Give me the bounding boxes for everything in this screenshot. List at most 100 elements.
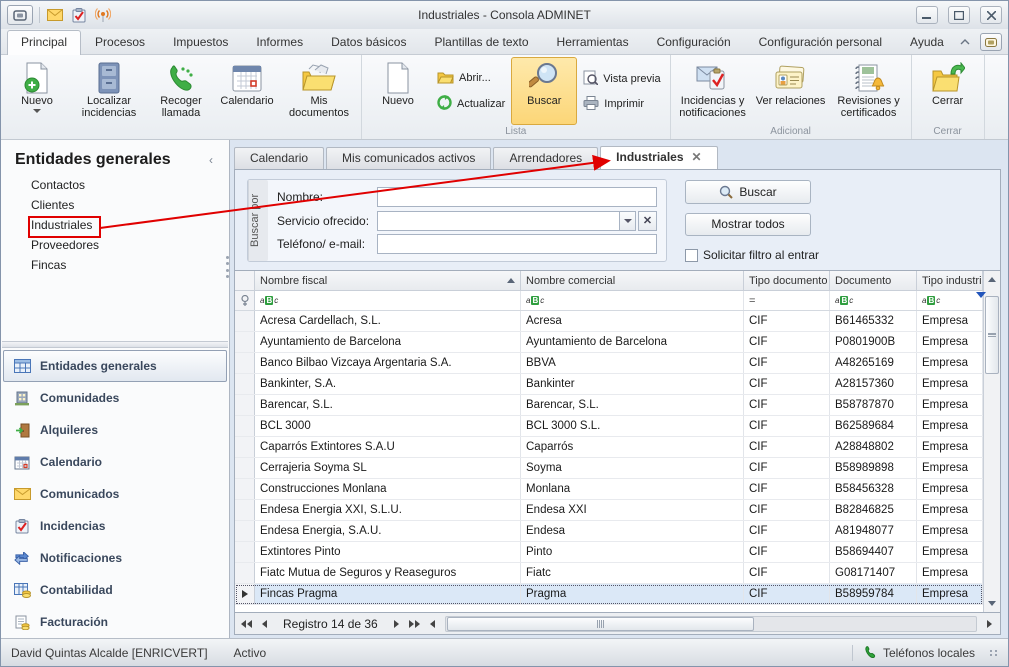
table-row[interactable]: Acresa Cardellach, S.L. Acresa CIF B6146… xyxy=(235,311,983,332)
vista-previa-button[interactable]: Vista previa xyxy=(583,70,660,88)
document-tab[interactable]: Mis comunicados activos xyxy=(326,147,491,169)
solicitar-filtro-checkbox[interactable] xyxy=(685,249,698,262)
resize-grip-icon[interactable] xyxy=(990,650,998,656)
nav-item-notificaciones[interactable]: Notificaciones xyxy=(3,542,227,574)
filter-cell[interactable]: aBc xyxy=(917,291,983,310)
nav-item-entidades-generales[interactable]: Entidades generales xyxy=(3,350,227,382)
table-row[interactable]: Fincas Pragma Pragma CIF B58959784 Empre… xyxy=(235,584,983,605)
next-record-button[interactable] xyxy=(388,615,406,633)
calendario-button[interactable]: Calendario xyxy=(214,57,280,125)
nav-item-comunidades[interactable]: Comunidades xyxy=(3,382,227,414)
ribbon-tab[interactable]: Ayuda xyxy=(896,30,958,54)
nuevo-button[interactable]: Nuevo xyxy=(4,57,70,125)
ribbon-tab[interactable]: Procesos xyxy=(81,30,159,54)
sidebar-item[interactable]: Fincas xyxy=(31,255,229,275)
localizar-incidencias-button[interactable]: Localizar incidencias xyxy=(70,57,148,125)
nav-item-incidencias[interactable]: Incidencias xyxy=(3,510,227,542)
hscroll-right-icon[interactable] xyxy=(980,615,998,633)
table-row[interactable]: Fiatc Mutua de Seguros y Reaseguros Fiat… xyxy=(235,563,983,584)
table-row[interactable]: Banco Bilbao Vizcaya Argentaria S.A. BBV… xyxy=(235,353,983,374)
column-header-nombre-fiscal[interactable]: Nombre fiscal xyxy=(255,271,521,291)
vertical-scroll-track[interactable] xyxy=(984,288,1000,595)
incident-clipboard-icon[interactable] xyxy=(70,6,88,24)
horizontal-scroll-thumb[interactable] xyxy=(447,617,755,631)
imprimir-button[interactable]: Imprimir xyxy=(583,96,660,113)
buscar-button[interactable]: Buscar xyxy=(511,57,577,125)
mis-documentos-button[interactable]: Mis documentos xyxy=(280,57,358,125)
actualizar-button[interactable]: Actualizar xyxy=(437,95,505,113)
table-row[interactable]: Construcciones Monlana Monlana CIF B5845… xyxy=(235,479,983,500)
table-row[interactable]: Barencar, S.L. Barencar, S.L. CIF B58787… xyxy=(235,395,983,416)
cerrar-button[interactable]: Cerrar xyxy=(915,57,981,125)
nav-item-comunicados[interactable]: Comunicados xyxy=(3,478,227,510)
nav-item-alquileres[interactable]: Alquileres xyxy=(3,414,227,446)
restore-button[interactable] xyxy=(948,6,970,24)
mail-icon[interactable] xyxy=(46,6,64,24)
sidebar-splitter[interactable] xyxy=(2,341,228,348)
table-row[interactable]: Bankinter, S.A. Bankinter CIF A28157360 … xyxy=(235,374,983,395)
table-row[interactable]: BCL 3000 BCL 3000 S.L. CIF B62589684 Emp… xyxy=(235,416,983,437)
app-menu-icon[interactable] xyxy=(7,5,33,25)
lista-nuevo-button[interactable]: Nuevo xyxy=(365,57,431,125)
recoger-llamada-button[interactable]: Recoger llamada xyxy=(148,57,214,125)
column-header-tipo-industrial[interactable]: Tipo industrial xyxy=(917,271,983,291)
filter-pin-icon[interactable] xyxy=(235,291,255,310)
filter-cell[interactable]: aBc xyxy=(255,291,521,310)
ribbon-tab[interactable]: Configuración personal xyxy=(745,30,896,54)
status-phones-label[interactable]: Teléfonos locales xyxy=(883,646,975,660)
sidebar-item[interactable]: Proveedores xyxy=(31,235,229,255)
column-header-documento[interactable]: Documento xyxy=(830,271,917,291)
nav-item-calendario[interactable]: Calendario xyxy=(3,446,227,478)
ribbon-tab[interactable]: Plantillas de texto xyxy=(420,30,542,54)
ribbon-tab[interactable]: Configuración xyxy=(643,30,745,54)
incidencias-notificaciones-button[interactable]: Incidencias y notificaciones xyxy=(674,57,752,125)
vertical-scroll-thumb[interactable] xyxy=(985,296,999,374)
combo-clear-icon[interactable]: ✕ xyxy=(638,211,657,231)
filter-cell[interactable]: aBc xyxy=(521,291,744,310)
column-header-nombre-comercial[interactable]: Nombre comercial xyxy=(521,271,744,291)
table-row[interactable]: Endesa Energia XXI, S.L.U. Endesa XXI CI… xyxy=(235,500,983,521)
revisiones-certificados-button[interactable]: Revisiones y certificados xyxy=(830,57,908,125)
ribbon-tab[interactable]: Impuestos xyxy=(159,30,242,54)
mostrar-todos-button[interactable]: Mostrar todos xyxy=(685,213,811,237)
last-record-button[interactable] xyxy=(406,615,424,633)
scroll-up-icon[interactable] xyxy=(984,271,1000,288)
document-tab[interactable]: Industriales ✕ xyxy=(600,146,717,169)
first-record-button[interactable] xyxy=(237,615,255,633)
ver-relaciones-button[interactable]: Ver relaciones xyxy=(752,57,830,125)
telefono-input[interactable] xyxy=(377,234,657,254)
filter-cell[interactable]: = xyxy=(744,291,830,310)
sidebar-item[interactable]: Contactos xyxy=(31,175,229,195)
table-row[interactable]: Ayuntamiento de Barcelona Ayuntamiento d… xyxy=(235,332,983,353)
table-row[interactable]: Caparrós Extintores S.A.U Caparrós CIF A… xyxy=(235,437,983,458)
broadcast-icon[interactable] xyxy=(94,6,112,24)
close-button[interactable] xyxy=(980,6,1002,24)
sidebar-item[interactable]: Industriales xyxy=(31,215,229,235)
tab-close-icon[interactable]: ✕ xyxy=(692,150,702,164)
ribbon-tab[interactable]: Principal xyxy=(7,30,81,55)
minimize-button[interactable] xyxy=(916,6,938,24)
collapse-ribbon-icon[interactable] xyxy=(958,35,972,49)
nombre-input[interactable] xyxy=(377,187,657,207)
servicio-input[interactable] xyxy=(377,211,619,231)
prev-record-button[interactable] xyxy=(255,615,273,633)
abrir-button[interactable]: Abrir... xyxy=(437,70,505,87)
table-row[interactable]: Endesa Energia, S.A.U. Endesa CIF A81948… xyxy=(235,521,983,542)
column-header-tipo-documento[interactable]: Tipo documento xyxy=(744,271,830,291)
nav-item-contabilidad[interactable]: Contabilidad xyxy=(3,574,227,606)
sidebar-item[interactable]: Clientes xyxy=(31,195,229,215)
table-row[interactable]: Cerrajeria Soyma SL Soyma CIF B58989898 … xyxy=(235,458,983,479)
horizontal-scroll-track[interactable] xyxy=(445,616,977,632)
document-tab[interactable]: Arrendadores xyxy=(493,147,598,169)
vertical-scrollbar[interactable] xyxy=(983,271,1000,612)
ribbon-tab[interactable]: Datos básicos xyxy=(317,30,420,54)
filter-cell[interactable]: aBc xyxy=(830,291,917,310)
document-tab[interactable]: Calendario xyxy=(234,147,324,169)
ribbon-tab[interactable]: Informes xyxy=(242,30,317,54)
sidebar-resize-grip[interactable] xyxy=(225,256,230,278)
help-app-icon[interactable] xyxy=(980,33,1002,51)
buscar-search-button[interactable]: Buscar xyxy=(685,180,811,204)
sidebar-collapse-icon[interactable]: ‹ xyxy=(203,153,219,167)
combo-dropdown-icon[interactable] xyxy=(619,211,636,231)
scroll-down-icon[interactable] xyxy=(984,595,1000,612)
